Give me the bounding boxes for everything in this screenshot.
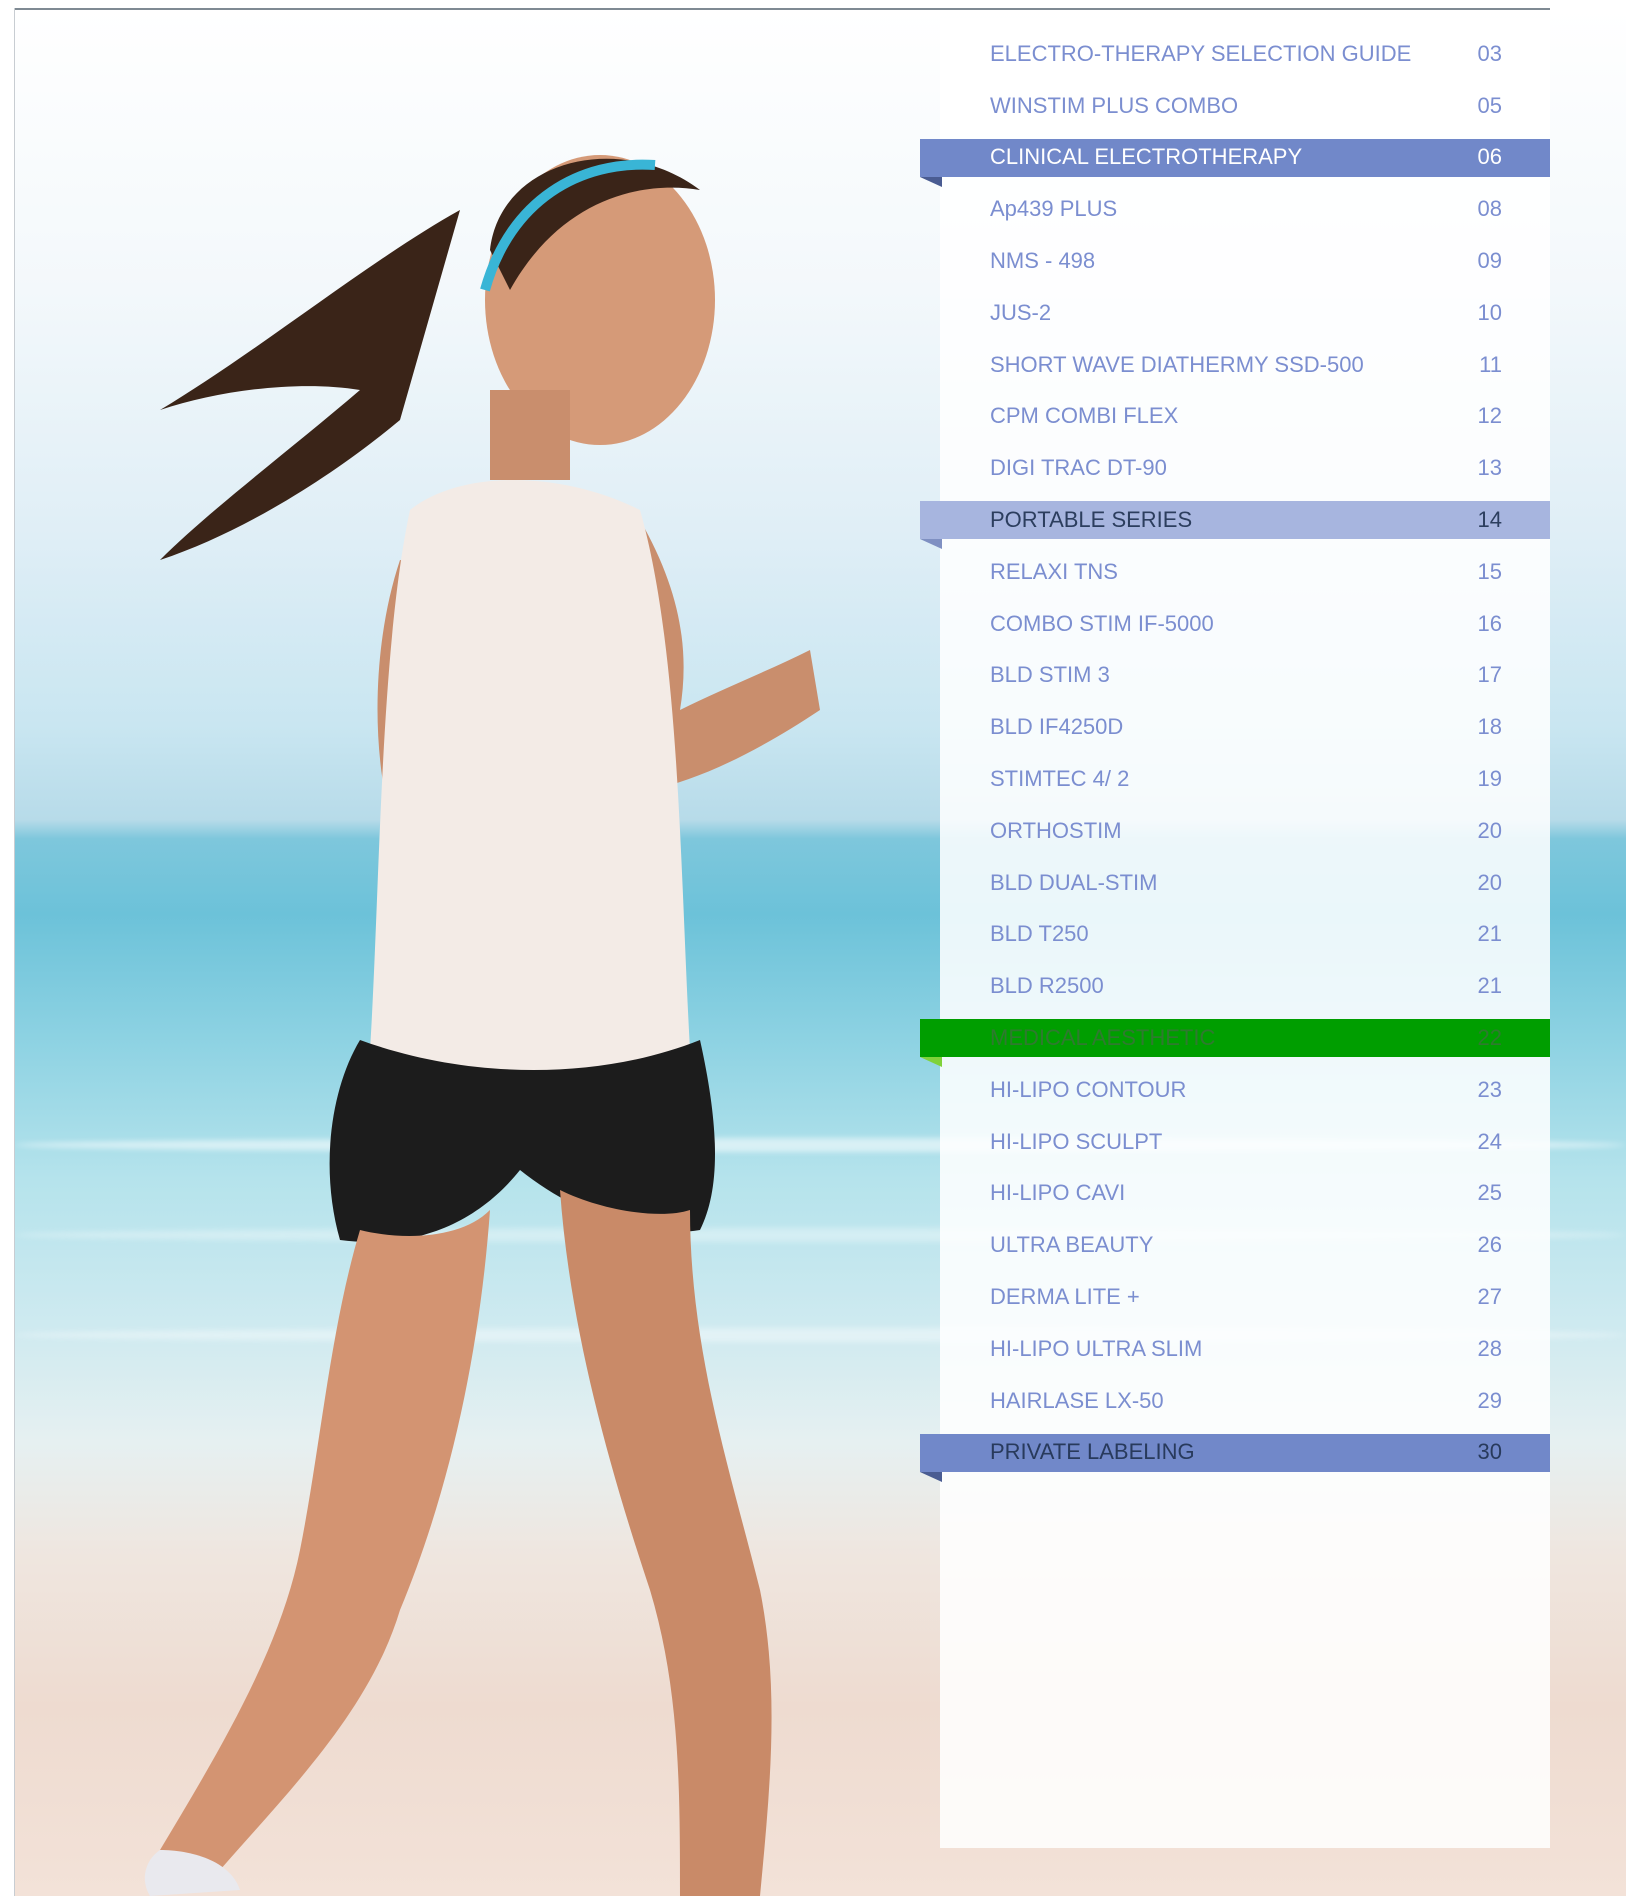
toc-entry-label: NMS - 498 (990, 248, 1096, 274)
toc-entry-label: HI-LIPO ULTRA SLIM (990, 1335, 1203, 1361)
toc-page-number: 15 (1477, 558, 1502, 584)
toc-item[interactable]: DIGI TRAC DT-90 13 (920, 442, 1550, 494)
toc-entry-label: COMBO STIM IF-5000 (990, 610, 1214, 636)
toc-entry-label: SHORT WAVE DIATHERMY SSD-500 (990, 351, 1364, 377)
toc-page-number: 30 (1477, 1439, 1502, 1465)
toc-page-number: 09 (1477, 248, 1502, 274)
toc-entry-label: MEDICAL AESTHETIC (990, 1025, 1216, 1051)
toc-item[interactable]: NMS - 498 09 (920, 235, 1550, 287)
toc-entry-label: HAIRLASE LX-50 (990, 1387, 1164, 1413)
toc-page-number: 08 (1477, 196, 1502, 222)
toc-entry-label: BLD IF4250D (990, 714, 1124, 740)
toc-page-number: 20 (1477, 869, 1502, 895)
toc-item[interactable]: BLD STIM 3 17 (920, 650, 1550, 702)
toc-entry-label: RELAXI TNS (990, 558, 1118, 584)
toc-page-number: 17 (1477, 662, 1502, 688)
catalog-page: ELECTRO-THERAPY SELECTION GUIDE 03 WINSTIM… (0, 0, 1626, 1896)
leg-front (160, 1210, 490, 1870)
toc-item[interactable]: BLD DUAL-STIM 20 (920, 857, 1550, 909)
toc-page-number: 25 (1477, 1180, 1502, 1206)
toc-item[interactable]: ORTHOSTIM 20 (920, 805, 1550, 857)
toc-entry-label: HI-LIPO SCULPT (990, 1128, 1163, 1154)
toc-page-number: 16 (1477, 610, 1502, 636)
toc-section[interactable]: CLINICAL ELECTROTHERAPY 06 (920, 132, 1550, 187)
toc-entry-label: CLINICAL ELECTROTHERAPY (990, 144, 1303, 170)
toc-entry-label: BLD T250 (990, 921, 1089, 947)
table-of-contents: ELECTRO-THERAPY SELECTION GUIDE 03 WINSTIM… (920, 28, 1550, 1482)
toc-page-number: 21 (1477, 973, 1502, 999)
toc-section[interactable]: MEDICAL AESTHETIC 22 (920, 1012, 1550, 1068)
toc-item[interactable]: Ap439 PLUS 08 (920, 183, 1550, 235)
toc-item[interactable]: HAIRLASE LX-50 29 (920, 1375, 1550, 1427)
toc-page-number: 10 (1477, 299, 1502, 325)
toc-entry-label: CPM COMBI FLEX (990, 403, 1179, 429)
toc-item[interactable]: ULTRA BEAUTY 26 (920, 1219, 1550, 1271)
toc-entry-label: STIMTEC 4/ 2 (990, 766, 1130, 792)
toc-page-number: 13 (1477, 455, 1502, 481)
toc-page-number: 20 (1477, 817, 1502, 843)
toc-item[interactable]: ELECTRO-THERAPY SELECTION GUIDE 03 (920, 28, 1550, 80)
toc-entry-label: DERMA LITE + (990, 1284, 1140, 1310)
toc-entry-label: BLD STIM 3 (990, 662, 1110, 688)
toc-section[interactable]: PORTABLE SERIES 14 (920, 494, 1550, 550)
toc-page-number: 05 (1477, 92, 1502, 118)
runner-photo (144, 155, 820, 1896)
toc-page-number: 12 (1477, 403, 1502, 429)
toc-item[interactable]: HI-LIPO CONTOUR 23 (920, 1064, 1550, 1116)
toc-page-number: 26 (1477, 1232, 1502, 1258)
toc-page-number: 19 (1477, 766, 1502, 792)
toc-page-number: 22 (1477, 1025, 1502, 1051)
toc-item[interactable]: HI-LIPO CAVI 25 (920, 1168, 1550, 1220)
toc-entry-label: DIGI TRAC DT-90 (990, 455, 1167, 481)
toc-page-number: 06 (1477, 144, 1502, 170)
toc-item[interactable]: BLD IF4250D 18 (920, 701, 1550, 753)
toc-page-number: 28 (1477, 1335, 1502, 1361)
toc-page-number: 24 (1477, 1128, 1502, 1154)
toc-item[interactable]: HI-LIPO SCULPT 24 (920, 1116, 1550, 1168)
toc-entry-label: HI-LIPO CAVI (990, 1180, 1126, 1206)
toc-item[interactable]: BLD T250 21 (920, 909, 1550, 961)
toc-entry-label: BLD R2500 (990, 973, 1104, 999)
toc-entry-label: PORTABLE SERIES (990, 507, 1193, 533)
toc-item[interactable]: WINSTIM PLUS COMBO 05 (920, 80, 1550, 132)
toc-entry-label: HI-LIPO CONTOUR (990, 1076, 1187, 1102)
toc-item[interactable]: COMBO STIM IF-5000 16 (920, 598, 1550, 650)
toc-item[interactable]: CPM COMBI FLEX 12 (920, 391, 1550, 443)
toc-entry-label: PRIVATE LABELING (990, 1439, 1195, 1465)
toc-page-number: 11 (1479, 351, 1502, 377)
neck (490, 390, 570, 480)
shorts (329, 1040, 715, 1242)
toc-entry-label: ELECTRO-THERAPY SELECTION GUIDE (990, 40, 1412, 66)
toc-item[interactable]: DERMA LITE + 27 (920, 1271, 1550, 1323)
toc-entry-label: WINSTIM PLUS COMBO (990, 92, 1239, 118)
toc-entry-label: JUS-2 (990, 299, 1052, 325)
toc-item[interactable]: BLD R2500 21 (920, 960, 1550, 1012)
toc-page-number: 27 (1477, 1284, 1502, 1310)
toc-page-number: 21 (1477, 921, 1502, 947)
toc-section[interactable]: PRIVATE LABELING 30 (920, 1427, 1550, 1482)
toc-item[interactable]: RELAXI TNS 15 (920, 546, 1550, 598)
toc-page-number: 29 (1477, 1387, 1502, 1413)
toc-item[interactable]: JUS-2 10 (920, 287, 1550, 339)
leg-back (560, 1190, 772, 1896)
section-fold (920, 1471, 942, 1482)
toc-entry-label: BLD DUAL-STIM (990, 869, 1158, 895)
toc-page-number: 23 (1477, 1076, 1502, 1102)
left-rule (14, 8, 15, 1896)
toc-page-number: 18 (1477, 714, 1502, 740)
toc-item[interactable]: SHORT WAVE DIATHERMY SSD-500 11 (920, 339, 1550, 391)
tank-top (370, 480, 690, 1080)
toc-page-number: 03 (1477, 40, 1502, 66)
toc-entry-label: ULTRA BEAUTY (990, 1232, 1154, 1258)
top-rule (14, 8, 1550, 10)
toc-item[interactable]: STIMTEC 4/ 2 19 (920, 753, 1550, 805)
toc-entry-label: ORTHOSTIM (990, 817, 1122, 843)
toc-page-number: 14 (1477, 507, 1502, 533)
toc-entry-label: Ap439 PLUS (990, 196, 1118, 222)
toc-item[interactable]: HI-LIPO ULTRA SLIM 28 (920, 1323, 1550, 1375)
